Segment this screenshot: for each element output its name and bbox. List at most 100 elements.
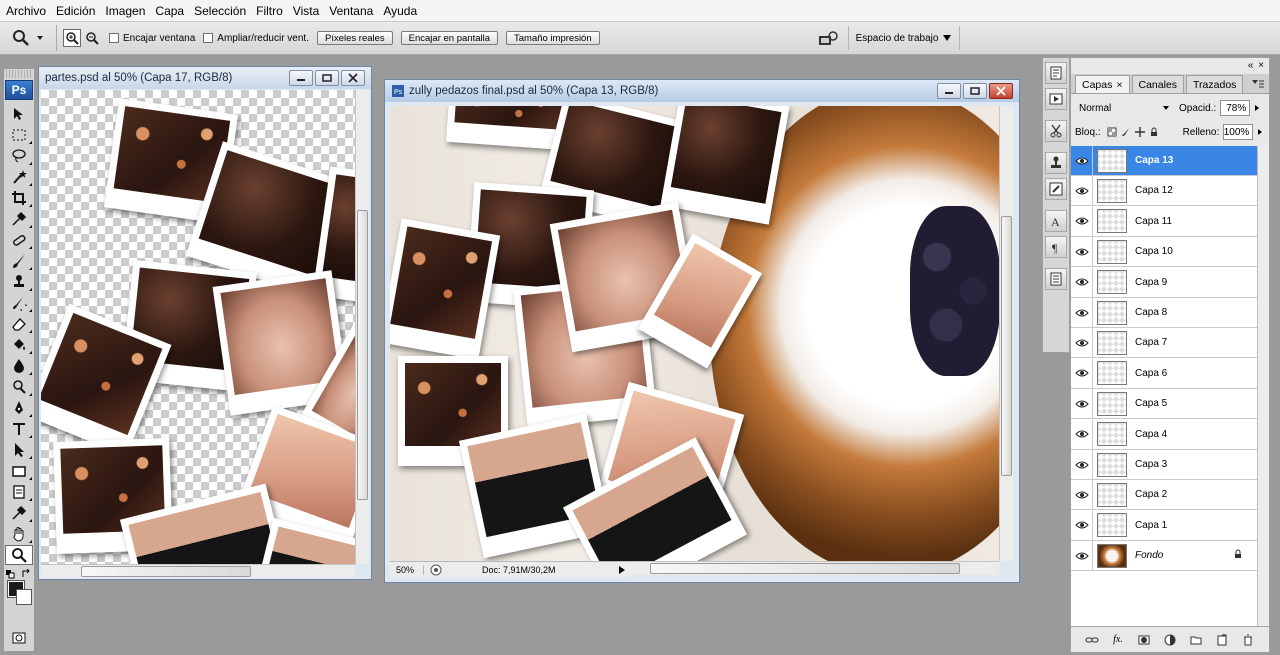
eye-icon[interactable] — [1071, 267, 1093, 297]
layer-row[interactable]: Capa 11 — [1071, 206, 1257, 237]
eye-icon[interactable] — [1071, 298, 1093, 327]
layer-name[interactable]: Capa 9 — [1135, 277, 1167, 288]
panel-collapse-icon[interactable]: « × — [1248, 60, 1265, 71]
zoom-level[interactable]: 50% — [390, 564, 424, 575]
swap-colors-icon[interactable] — [21, 569, 31, 579]
eye-icon[interactable] — [1071, 206, 1093, 236]
opacity-input[interactable]: 78% — [1220, 100, 1251, 116]
layer-row[interactable]: Capa 6 — [1071, 358, 1257, 389]
layer-thumbnail[interactable] — [1097, 178, 1127, 203]
maximize-button[interactable] — [315, 70, 339, 86]
tool-presets-button[interactable] — [1045, 120, 1067, 142]
layer-name[interactable]: Capa 2 — [1135, 489, 1167, 500]
layer-name[interactable]: Capa 4 — [1135, 429, 1167, 440]
eyedropper-tool[interactable] — [5, 209, 33, 229]
vertical-scrollbar[interactable] — [355, 90, 369, 564]
close-button[interactable] — [989, 83, 1013, 99]
tab-paths[interactable]: Trazados — [1186, 75, 1244, 93]
default-colors-icon[interactable] — [5, 569, 15, 579]
tab-channels[interactable]: Canales — [1131, 75, 1185, 93]
status-info-icon[interactable] — [430, 564, 442, 576]
lock-all-icon[interactable] — [1149, 127, 1159, 137]
tool-preset-picker[interactable] — [6, 25, 50, 51]
actual-pixels-button[interactable]: Píxeles reales — [316, 31, 393, 45]
layer-thumbnail[interactable] — [1097, 209, 1127, 234]
fit-window-checkbox[interactable]: Encajar ventana — [109, 33, 195, 44]
layer-name[interactable]: Capa 3 — [1135, 459, 1167, 470]
layer-thumbnail[interactable] — [1097, 422, 1127, 447]
blend-mode-select[interactable]: Normal — [1075, 100, 1173, 116]
layer-name[interactable]: Capa 11 — [1135, 216, 1172, 227]
layer-row[interactable]: Capa 3 — [1071, 450, 1257, 480]
layer-thumbnail[interactable] — [1097, 361, 1127, 386]
eye-icon[interactable] — [1071, 389, 1093, 419]
checkbox-box[interactable] — [109, 33, 119, 43]
eye-icon[interactable] — [1071, 541, 1093, 571]
opacity-slider-icon[interactable] — [1253, 104, 1261, 112]
fit-screen-button[interactable]: Encajar en pantalla — [400, 31, 498, 45]
workspace-menu[interactable]: Espacio de trabajo — [848, 26, 960, 50]
layer-name[interactable]: Capa 8 — [1135, 307, 1167, 318]
document-canvas[interactable] — [390, 106, 999, 561]
rectangle-tool[interactable] — [5, 461, 33, 481]
layer-thumbnail[interactable] — [1097, 452, 1127, 477]
healing-brush-tool[interactable] — [5, 230, 33, 250]
scroll-thumb[interactable] — [357, 210, 368, 500]
layer-thumbnail[interactable] — [1097, 482, 1127, 507]
layer-thumbnail[interactable] — [1097, 513, 1127, 538]
path-selection-tool[interactable] — [5, 440, 33, 460]
document-canvas[interactable] — [41, 90, 355, 564]
menu-ventana[interactable]: Ventana — [327, 4, 379, 18]
scroll-thumb[interactable] — [1001, 216, 1012, 476]
character-panel-button[interactable]: A — [1045, 210, 1067, 232]
document-titlebar[interactable]: partes.psd al 50% (Capa 17, RGB/8) — [39, 67, 371, 89]
menu-vista[interactable]: Vista — [291, 4, 325, 18]
link-layers-icon[interactable] — [1085, 634, 1099, 646]
print-size-button[interactable]: Tamaño impresión — [506, 31, 600, 45]
dodge-tool[interactable] — [5, 377, 33, 397]
blur-tool[interactable] — [5, 356, 33, 376]
maximize-button[interactable] — [963, 83, 987, 99]
eye-icon[interactable] — [1071, 480, 1093, 510]
lock-transparency-icon[interactable] — [1107, 127, 1117, 137]
adjustment-layer-icon[interactable] — [1163, 634, 1177, 646]
new-layer-icon[interactable] — [1215, 634, 1229, 646]
layer-name[interactable]: Capa 12 — [1135, 185, 1173, 196]
clone-source-button[interactable] — [1045, 152, 1067, 174]
hand-tool[interactable] — [5, 524, 33, 544]
layer-row[interactable]: Capa 2 — [1071, 480, 1257, 511]
menu-seleccion[interactable]: Selección — [192, 4, 252, 18]
layer-row[interactable]: Capa 5 — [1071, 389, 1257, 420]
zoom-out-icon[interactable] — [83, 29, 101, 47]
eye-icon[interactable] — [1071, 176, 1093, 206]
scroll-thumb[interactable] — [81, 566, 251, 577]
eye-icon[interactable] — [1071, 237, 1093, 267]
eraser-tool[interactable] — [5, 314, 33, 334]
photoshop-logo[interactable]: Ps — [5, 80, 33, 100]
clone-stamp-tool[interactable] — [5, 272, 33, 292]
layer-row[interactable]: Capa 10 — [1071, 237, 1257, 268]
layer-row[interactable]: Capa 9 — [1071, 267, 1257, 298]
eye-icon[interactable] — [1071, 146, 1093, 175]
lasso-tool[interactable] — [5, 146, 33, 166]
scroll-thumb[interactable] — [650, 563, 960, 574]
layer-row[interactable]: Capa 13 — [1071, 146, 1257, 176]
background-color[interactable] — [16, 589, 32, 605]
minimize-button[interactable] — [937, 83, 961, 99]
menu-archivo[interactable]: Archivo — [4, 4, 52, 18]
layer-thumbnail[interactable] — [1097, 330, 1127, 355]
marquee-tool[interactable] — [5, 125, 33, 145]
notes-panel-button[interactable] — [1045, 268, 1067, 290]
layer-name[interactable]: Fondo — [1135, 550, 1163, 561]
layer-style-icon[interactable]: fx. — [1111, 634, 1125, 646]
document-window-main[interactable]: Ps zully pedazos final.psd al 50% (Capa … — [384, 79, 1020, 583]
notes-tool[interactable] — [5, 482, 33, 502]
layer-row[interactable]: Fondo — [1071, 541, 1257, 572]
layer-name[interactable]: Capa 1 — [1135, 520, 1167, 531]
new-group-icon[interactable] — [1189, 634, 1203, 646]
panel-grip[interactable] — [6, 70, 32, 78]
document-titlebar[interactable]: Ps zully pedazos final.psd al 50% (Capa … — [385, 80, 1019, 102]
layer-thumbnail[interactable] — [1097, 148, 1127, 173]
quick-mask-tool[interactable] — [5, 628, 33, 648]
paragraph-panel-button[interactable]: ¶ — [1045, 236, 1067, 258]
